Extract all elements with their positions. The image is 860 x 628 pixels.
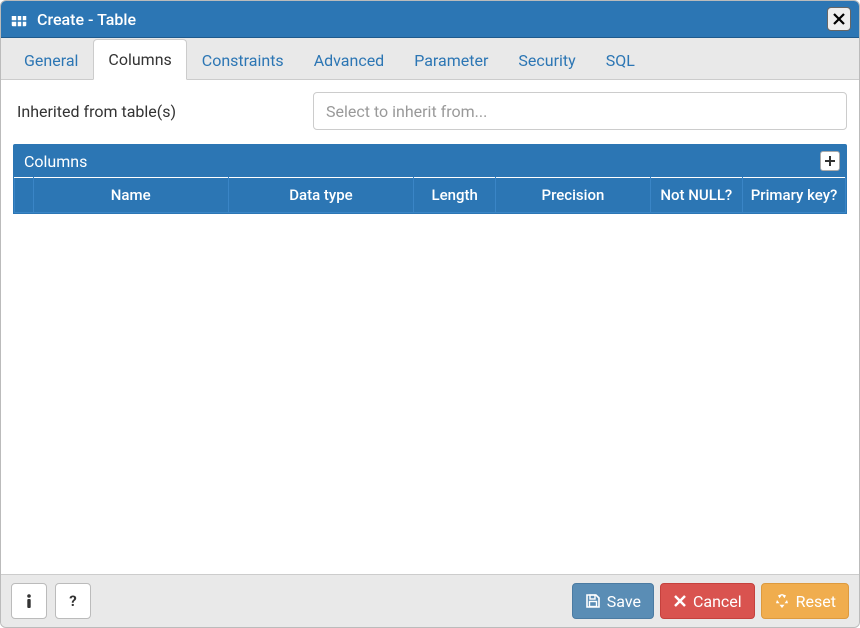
columns-header-length: Length bbox=[414, 178, 496, 213]
tab-sql[interactable]: SQL bbox=[591, 40, 650, 80]
tab-parameter[interactable]: Parameter bbox=[399, 40, 503, 80]
inherit-placeholder: Select to inherit from... bbox=[326, 102, 487, 121]
dialog-window: Create - Table General Columns Constrain… bbox=[0, 0, 860, 628]
columns-header-name: Name bbox=[33, 178, 228, 213]
close-button[interactable] bbox=[827, 7, 851, 31]
cancel-button[interactable]: Cancel bbox=[660, 583, 755, 619]
columns-header-pk: Primary key? bbox=[743, 178, 846, 213]
tab-label: Columns bbox=[108, 50, 171, 69]
cancel-label: Cancel bbox=[693, 592, 742, 611]
inherit-label: Inherited from table(s) bbox=[13, 102, 293, 121]
svg-text:?: ? bbox=[69, 593, 76, 609]
table-icon bbox=[9, 9, 29, 29]
columns-panel-title: Columns bbox=[24, 152, 87, 171]
save-button[interactable]: Save bbox=[572, 583, 654, 619]
dialog-footer: ? Save Cancel bbox=[1, 574, 859, 627]
titlebar: Create - Table bbox=[1, 1, 859, 38]
cancel-icon bbox=[673, 594, 687, 608]
add-column-button[interactable] bbox=[820, 151, 840, 171]
columns-table: Name Data type Length Precision Not NULL… bbox=[14, 177, 846, 213]
columns-header-blank bbox=[15, 178, 34, 213]
tab-security[interactable]: Security bbox=[503, 40, 590, 80]
save-icon bbox=[585, 593, 601, 609]
window-title: Create - Table bbox=[37, 10, 136, 29]
tab-content: Inherited from table(s) Select to inheri… bbox=[1, 80, 859, 574]
info-button[interactable] bbox=[11, 583, 47, 619]
help-button[interactable]: ? bbox=[55, 583, 91, 619]
footer-right: Save Cancel Reset bbox=[572, 583, 849, 619]
columns-header-datatype: Data type bbox=[228, 178, 413, 213]
tab-label: SQL bbox=[606, 51, 635, 70]
reset-button[interactable]: Reset bbox=[761, 583, 849, 619]
footer-left: ? bbox=[11, 583, 91, 619]
save-label: Save bbox=[607, 592, 641, 611]
plus-icon bbox=[824, 155, 836, 167]
tab-general[interactable]: General bbox=[9, 40, 93, 80]
columns-header-notnull: Not NULL? bbox=[650, 178, 743, 213]
tab-constraints[interactable]: Constraints bbox=[187, 40, 299, 80]
inherit-select[interactable]: Select to inherit from... bbox=[313, 92, 847, 130]
tab-label: Parameter bbox=[414, 51, 488, 70]
columns-header-precision: Precision bbox=[496, 178, 650, 213]
reset-icon bbox=[774, 593, 790, 609]
tab-label: Security bbox=[518, 51, 575, 70]
columns-panel-header: Columns bbox=[14, 145, 846, 177]
reset-label: Reset bbox=[796, 592, 836, 611]
close-icon bbox=[833, 13, 845, 25]
inherit-row: Inherited from table(s) Select to inheri… bbox=[13, 92, 847, 130]
columns-header-row: Name Data type Length Precision Not NULL… bbox=[15, 178, 846, 213]
tab-label: General bbox=[24, 51, 78, 70]
titlebar-left: Create - Table bbox=[9, 9, 136, 29]
tab-label: Advanced bbox=[314, 51, 385, 70]
question-icon: ? bbox=[65, 593, 81, 609]
info-icon bbox=[21, 593, 37, 609]
tab-bar: General Columns Constraints Advanced Par… bbox=[1, 38, 859, 80]
columns-panel: Columns Name Data type Length Precision bbox=[13, 144, 847, 214]
tab-columns[interactable]: Columns bbox=[93, 39, 186, 80]
tab-advanced[interactable]: Advanced bbox=[299, 40, 400, 80]
tab-label: Constraints bbox=[202, 51, 284, 70]
